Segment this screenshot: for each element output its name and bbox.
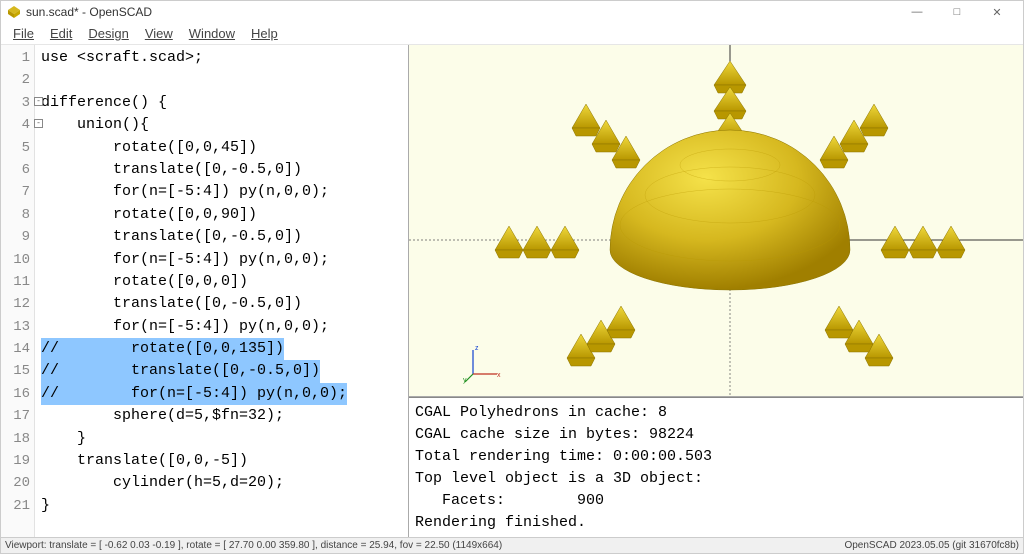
fold-toggle[interactable]: - (34, 119, 43, 128)
code-line[interactable]: } (41, 428, 404, 450)
menu-window[interactable]: Window (181, 24, 243, 43)
sun-model (495, 61, 965, 366)
console-line: Top level object is a 3D object: (415, 468, 1017, 490)
svg-text:y: y (463, 377, 467, 384)
code-line[interactable]: for(n=[-5:4]) py(n,0,0); (41, 316, 404, 338)
code-line[interactable]: difference() { (41, 92, 404, 114)
code-line[interactable]: translate([0,-0.5,0]) (41, 293, 404, 315)
close-button[interactable]: ✕ (977, 1, 1017, 23)
line-number: 10 (1, 249, 34, 271)
line-number: 19 (1, 450, 34, 472)
line-number: 9 (1, 226, 34, 248)
code-line[interactable]: rotate([0,0,90]) (41, 204, 404, 226)
app-window: sun.scad* - OpenSCAD — □ ✕ File Edit Des… (0, 0, 1024, 554)
line-number: 8 (1, 204, 34, 226)
svg-text:x: x (497, 372, 501, 379)
code-line[interactable]: rotate([0,0,0]) (41, 271, 404, 293)
line-number: 16 (1, 383, 34, 405)
menu-help[interactable]: Help (243, 24, 286, 43)
code-line[interactable] (41, 69, 404, 91)
status-right: OpenSCAD 2023.05.05 (git 31670fc8b) (844, 540, 1019, 551)
code-line[interactable]: use <scraft.scad>; (41, 47, 404, 69)
status-left: Viewport: translate = [ -0.62 0.03 -0.19… (5, 540, 502, 551)
code-line[interactable]: sphere(d=5,$fn=32); (41, 405, 404, 427)
line-number: 5 (1, 137, 34, 159)
line-number: 15 (1, 360, 34, 382)
code-line[interactable]: } (41, 495, 404, 517)
line-number: 17 (1, 405, 34, 427)
line-number: 6 (1, 159, 34, 181)
line-number: 3- (1, 92, 34, 114)
menu-view[interactable]: View (137, 24, 181, 43)
code-line[interactable]: translate([0,-0.5,0]) (41, 159, 404, 181)
menubar: File Edit Design View Window Help (1, 23, 1023, 45)
code-line[interactable]: // rotate([0,0,135]) (41, 338, 404, 360)
window-title: sun.scad* - OpenSCAD (26, 5, 152, 19)
titlebar: sun.scad* - OpenSCAD — □ ✕ (1, 1, 1023, 23)
code-line[interactable]: rotate([0,0,45]) (41, 137, 404, 159)
main-content: 123-4-56789101112131415161718192021 use … (1, 45, 1023, 537)
code-line[interactable]: union(){ (41, 114, 404, 136)
window-controls: — □ ✕ (897, 1, 1017, 23)
code-line[interactable]: // for(n=[-5:4]) py(n,0,0); (41, 383, 404, 405)
svg-text:z: z (475, 345, 479, 352)
code-line[interactable]: for(n=[-5:4]) py(n,0,0); (41, 181, 404, 203)
code-line[interactable]: translate([0,-0.5,0]) (41, 226, 404, 248)
right-pane: z x y CGAL Polyhedrons in cache: 8CGAL c… (409, 45, 1023, 537)
console-line: CGAL cache size in bytes: 98224 (415, 424, 1017, 446)
line-number: 21 (1, 495, 34, 517)
app-icon (7, 5, 21, 19)
axes-indicator: z x y (463, 344, 503, 384)
line-number-gutter: 123-4-56789101112131415161718192021 (1, 45, 35, 537)
line-number: 18 (1, 428, 34, 450)
line-number: 20 (1, 472, 34, 494)
code-line[interactable]: for(n=[-5:4]) py(n,0,0); (41, 249, 404, 271)
console-line: Facets: 900 (415, 490, 1017, 512)
line-number: 12 (1, 293, 34, 315)
code-editor[interactable]: use <scraft.scad>; difference() { union()… (35, 45, 408, 537)
maximize-button[interactable]: □ (937, 1, 977, 23)
line-number: 4- (1, 114, 34, 136)
console-line: Total rendering time: 0:00:00.503 (415, 446, 1017, 468)
line-number: 13 (1, 316, 34, 338)
menu-file[interactable]: File (5, 24, 42, 43)
line-number: 7 (1, 181, 34, 203)
console-line: Rendering finished. (415, 512, 1017, 534)
menu-edit[interactable]: Edit (42, 24, 80, 43)
line-number: 11 (1, 271, 34, 293)
menu-design[interactable]: Design (80, 24, 136, 43)
code-line[interactable]: translate([0,0,-5]) (41, 450, 404, 472)
code-line[interactable]: // translate([0,-0.5,0]) (41, 360, 404, 382)
code-line[interactable]: cylinder(h=5,d=20); (41, 472, 404, 494)
editor-pane: 123-4-56789101112131415161718192021 use … (1, 45, 409, 537)
minimize-button[interactable]: — (897, 1, 937, 23)
statusbar: Viewport: translate = [ -0.62 0.03 -0.19… (1, 537, 1023, 553)
line-number: 2 (1, 69, 34, 91)
line-number: 14 (1, 338, 34, 360)
line-number: 1 (1, 47, 34, 69)
3d-viewport[interactable]: z x y (409, 45, 1023, 397)
fold-toggle[interactable]: - (34, 97, 43, 106)
console-output[interactable]: CGAL Polyhedrons in cache: 8CGAL cache s… (409, 397, 1023, 537)
console-line: CGAL Polyhedrons in cache: 8 (415, 402, 1017, 424)
